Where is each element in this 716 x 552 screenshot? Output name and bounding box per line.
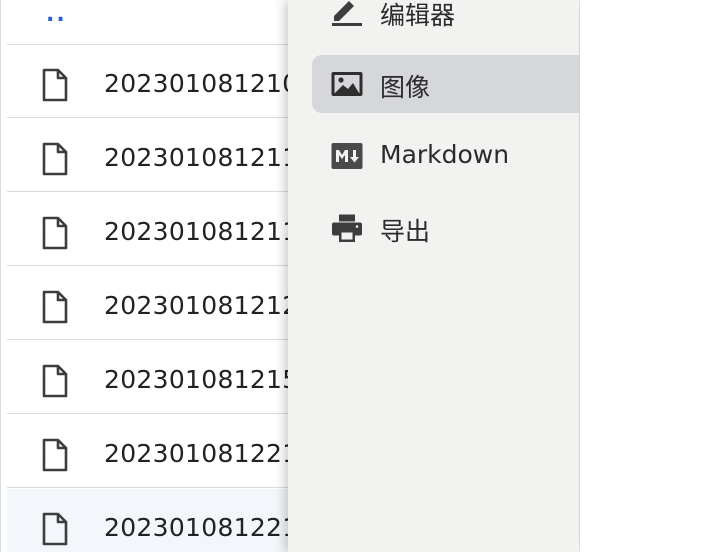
file-icon (42, 290, 68, 324)
file-row[interactable]: 202301081221 (7, 415, 301, 488)
image-icon (331, 72, 363, 96)
file-name: 202301081210 (104, 69, 299, 98)
file-name: 202301081211 (104, 143, 299, 172)
menu-item-label: 导出 (380, 217, 431, 246)
file-row[interactable]: 202301081210 (7, 45, 301, 118)
printer-icon (332, 214, 362, 242)
parent-directory-row[interactable]: .. (7, 0, 301, 45)
file-row[interactable]: 202301081211 (7, 119, 301, 192)
file-icon (42, 364, 68, 398)
file-icon (42, 68, 68, 102)
file-name: 202301081215 (104, 365, 299, 394)
parent-directory-link[interactable]: .. (46, 4, 67, 26)
file-icon (42, 142, 68, 176)
file-row[interactable]: 202301081212 (7, 267, 301, 340)
file-name: 202301081211 (104, 217, 299, 246)
file-icon (42, 512, 68, 546)
menu-item-image[interactable]: 图像 (312, 55, 579, 113)
menu-item-label: Markdown (380, 140, 510, 169)
menu-item-label: 编辑器 (380, 1, 456, 30)
menu-item-label: 图像 (380, 73, 431, 102)
file-icon (42, 216, 68, 250)
file-name: 202301081221 (104, 513, 299, 542)
file-icon (42, 438, 68, 472)
app-viewport: .. 202301081210 202301081211 20230108121… (0, 0, 716, 552)
content-area (580, 0, 716, 552)
markdown-icon (331, 143, 363, 169)
file-name: 202301081212 (104, 291, 299, 320)
file-row[interactable]: 202301081211 (7, 193, 301, 266)
file-row[interactable]: 202301081215 (7, 341, 301, 414)
file-row[interactable]: 202301081221 (7, 489, 301, 552)
menu-item-markdown[interactable]: Markdown (312, 127, 579, 185)
file-name: 202301081221 (104, 439, 299, 468)
menu-item-export[interactable]: 导出 (312, 199, 579, 257)
open-with-menu: 编辑器 图像 Markdown 导出 (288, 0, 579, 552)
menu-item-editor[interactable]: 编辑器 (312, 0, 579, 41)
pencil-icon (332, 1, 362, 26)
file-list: .. 202301081210 202301081211 20230108121… (0, 0, 301, 552)
